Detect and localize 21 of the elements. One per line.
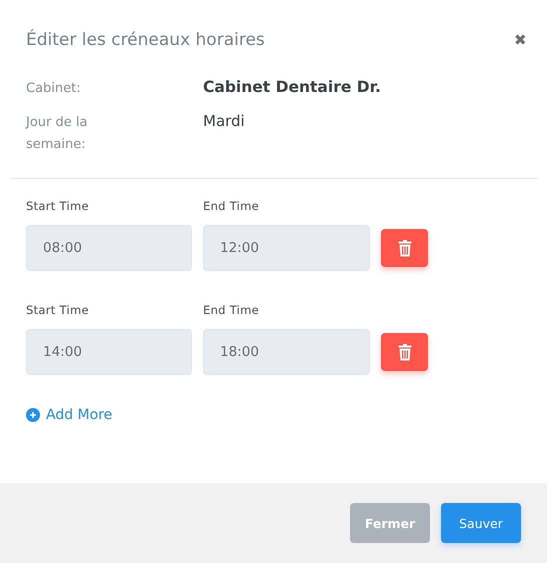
field-label: Start Time bbox=[26, 303, 90, 317]
time-field[interactable]: 18:00 bbox=[203, 329, 370, 375]
time-field[interactable]: 12:00 bbox=[203, 225, 370, 271]
time-field[interactable]: 08:00 bbox=[26, 225, 192, 271]
trash-icon bbox=[398, 344, 412, 360]
field-label: End Time bbox=[203, 199, 260, 213]
field-label: Jour de la semaine: bbox=[26, 114, 88, 154]
field-value: Mardi bbox=[203, 112, 246, 132]
close-button[interactable]: ✖ bbox=[514, 31, 527, 49]
field-label: Cabinet: bbox=[26, 80, 82, 98]
field-label: End Time bbox=[203, 303, 260, 317]
trash-icon bbox=[398, 240, 412, 256]
add-more-link[interactable]: Add More bbox=[26, 407, 112, 423]
field-label: Start Time bbox=[26, 199, 90, 213]
delete-button[interactable] bbox=[381, 333, 428, 371]
dialog-title: Éditer les créneaux horaires bbox=[26, 30, 265, 50]
delete-button[interactable] bbox=[381, 229, 428, 267]
field-value: Cabinet Dentaire Dr. bbox=[203, 78, 382, 98]
time-field[interactable]: 14:00 bbox=[26, 329, 192, 375]
save-button[interactable]: Sauver bbox=[441, 503, 521, 543]
plus-icon bbox=[26, 408, 40, 422]
